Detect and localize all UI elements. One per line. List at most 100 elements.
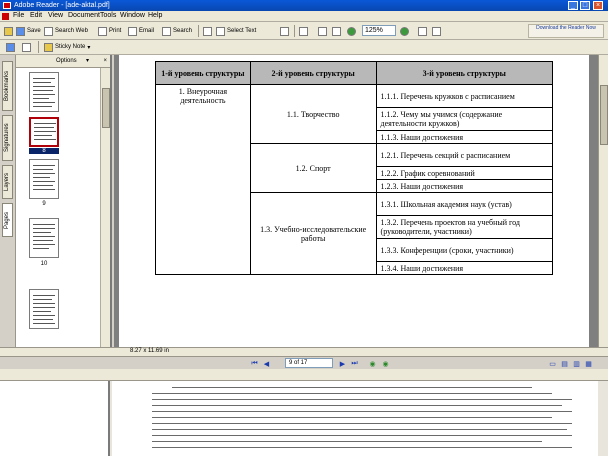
menu-bar: File Edit View Document Tools Window Hel…: [0, 11, 608, 22]
chevron-down-icon: ▾: [86, 58, 90, 64]
level3-cell: 1.3.4. Наши достижения: [375, 261, 554, 275]
print-button[interactable]: Print: [98, 25, 121, 37]
pdf-page: 1-й уровень структуры 2-й уровень структ…: [119, 55, 589, 347]
email-button[interactable]: Email: [128, 25, 154, 37]
thumbnail-label: 8: [29, 148, 59, 154]
level3-cell: 1.2.2. График соревнований: [375, 166, 554, 180]
document-scrollbar[interactable]: [598, 55, 608, 347]
folder-icon: [4, 26, 13, 36]
globe-icon: [44, 26, 53, 36]
download-reader-link[interactable]: Download the Reader Now: [528, 24, 604, 38]
fit-page-button[interactable]: [332, 25, 341, 37]
header-level3: 3-й уровень структуры: [375, 61, 554, 85]
menu-window[interactable]: Window: [120, 12, 145, 19]
background-window: [0, 369, 608, 456]
zoom-in-tool-button[interactable]: [299, 25, 308, 37]
thumbnail-page[interactable]: [29, 72, 59, 112]
zoom-input[interactable]: 125%: [362, 25, 396, 36]
tab-pages[interactable]: Pages: [2, 203, 13, 237]
facing-icon[interactable]: ▥: [572, 359, 581, 368]
search-button[interactable]: Search: [162, 25, 192, 37]
header-level1: 1-й уровень структуры: [155, 61, 251, 85]
sticky-note-dropdown[interactable]: Sticky Note ▾: [44, 41, 90, 53]
continuous-facing-icon[interactable]: ▦: [584, 359, 593, 368]
single-page-icon[interactable]: ▭: [548, 359, 557, 368]
first-page-icon[interactable]: ⏮: [250, 359, 259, 368]
level2-cell: 1.1. Творчество: [249, 84, 377, 144]
window-title: Adobe Reader - [ade-aktal.pdf]: [14, 2, 110, 9]
tab-signatures[interactable]: Signatures: [2, 115, 13, 161]
menu-file[interactable]: File: [13, 12, 24, 19]
level2-cell: 1.2. Спорт: [249, 143, 377, 193]
tab-bookmarks[interactable]: Bookmarks: [2, 61, 13, 111]
disk-icon: [16, 26, 25, 36]
binoculars-icon: [162, 26, 171, 36]
help-button[interactable]: [432, 25, 441, 37]
actual-size-button[interactable]: [318, 25, 327, 37]
open-button[interactable]: [4, 25, 13, 37]
tool-b-button[interactable]: [22, 41, 31, 53]
level1-cell: 1. Внеурочная деятельность: [155, 84, 251, 275]
forward-icon[interactable]: ◉: [381, 359, 390, 368]
menu-document[interactable]: Document: [68, 12, 100, 19]
background-toolbar: [0, 369, 608, 381]
thumbnail-page-selected[interactable]: [29, 117, 59, 147]
page-icon: [318, 26, 327, 36]
thumbnail-label: 10: [40, 261, 48, 267]
magnifier-icon: [299, 26, 308, 36]
thumbnails-header: Options ▾ ×: [16, 55, 110, 68]
hand-tool-button[interactable]: [203, 25, 212, 37]
close-panel-button[interactable]: ×: [103, 55, 107, 68]
background-document: [112, 381, 598, 456]
background-thumbnails: [0, 381, 110, 456]
level3-cell: 1.3.3. Конференции (сроки, участники): [375, 238, 554, 262]
level3-cell: 1.3.1. Школьная академия наук (устав): [375, 192, 554, 216]
note-icon: [44, 42, 53, 52]
plus-circle-icon: [400, 26, 409, 36]
snapshot-button[interactable]: [280, 25, 289, 37]
tab-layers[interactable]: Layers: [2, 165, 13, 199]
secondary-toolbar: Sticky Note ▾: [0, 40, 608, 55]
continuous-icon[interactable]: ▤: [560, 359, 569, 368]
thumbnail-page[interactable]: [29, 289, 59, 329]
menu-view[interactable]: View: [48, 12, 63, 19]
maximize-button[interactable]: □: [580, 1, 590, 10]
close-button[interactable]: ×: [593, 1, 603, 10]
title-bar: Adobe Reader - [ade-aktal.pdf] _ □ ×: [0, 0, 608, 11]
menu-edit[interactable]: Edit: [30, 12, 42, 19]
zoom-out-button[interactable]: [347, 25, 356, 37]
hand-icon: [203, 26, 212, 36]
rotate-button[interactable]: [418, 25, 427, 37]
select-text-button[interactable]: Select Text: [216, 25, 256, 37]
minimize-button[interactable]: _: [568, 1, 578, 10]
back-icon[interactable]: ◉: [368, 359, 377, 368]
text-cursor-icon: [216, 26, 225, 36]
camera-icon: [280, 26, 289, 36]
level3-cell: 1.2.1. Перечень секций с расписанием: [375, 143, 554, 167]
main-toolbar: Save Search Web Print Email Search Selec…: [0, 22, 608, 40]
doc-menu-icon[interactable]: [2, 13, 9, 20]
header-level2: 2-й уровень структуры: [249, 61, 377, 85]
help-icon: [432, 26, 441, 36]
last-page-icon[interactable]: ⏭: [350, 359, 359, 368]
thumbnail-scrollbar[interactable]: [100, 68, 110, 347]
next-page-icon[interactable]: ▶: [338, 359, 347, 368]
fit-page-icon: [332, 26, 341, 36]
menu-help[interactable]: Help: [148, 12, 162, 19]
options-menu[interactable]: Options: [56, 55, 77, 68]
prev-page-icon[interactable]: ◀: [262, 359, 271, 368]
page-number-input[interactable]: 9 of 17: [285, 358, 333, 368]
page-size-readout: 8.27 x 11.69 in: [130, 348, 169, 354]
level3-cell: 1.1.2. Чему мы учимся (содержание деятел…: [375, 107, 554, 131]
thumbnail-page[interactable]: [29, 218, 59, 258]
search-web-button[interactable]: Search Web: [44, 25, 88, 37]
status-bar: 8.27 x 11.69 in: [0, 347, 608, 356]
thumbnail-page[interactable]: [29, 159, 59, 199]
save-button[interactable]: Save: [16, 25, 41, 37]
level2-cell: 1.3. Учебно-исследовательские работы: [249, 192, 377, 275]
zoom-in-button[interactable]: [400, 25, 409, 37]
menu-tools[interactable]: Tools: [100, 12, 116, 19]
tool-a-button[interactable]: [6, 41, 15, 53]
navigation-tabs: Bookmarks Signatures Layers Pages: [0, 55, 16, 347]
copy-icon: [22, 42, 31, 52]
